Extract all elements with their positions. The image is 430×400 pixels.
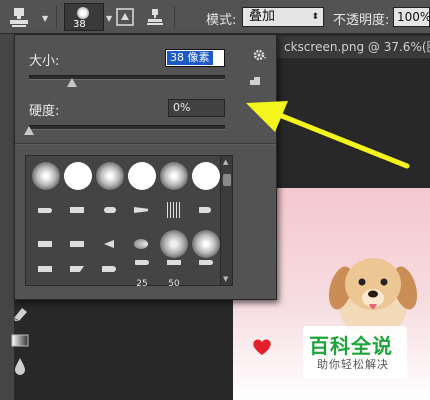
annotation-arrow-icon xyxy=(246,101,410,169)
